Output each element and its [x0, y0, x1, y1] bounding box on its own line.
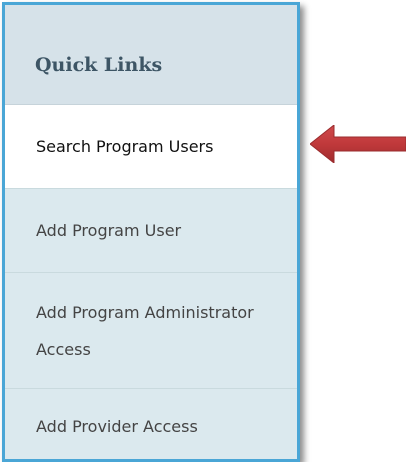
quick-link-search-program-users[interactable]: Search Program Users: [5, 105, 297, 189]
quick-link-label[interactable]: Add Program Administrator Access: [36, 294, 276, 368]
quick-links-list: Search Program Users Add Program User Ad…: [5, 105, 297, 459]
quick-link-add-provider-access[interactable]: Add Provider Access: [5, 389, 297, 459]
arrow-shape: [310, 125, 406, 163]
quick-link-label[interactable]: Add Program User: [36, 212, 181, 249]
quick-link-label[interactable]: Add Provider Access: [36, 408, 198, 445]
quick-link-label[interactable]: Search Program Users: [36, 128, 213, 165]
quick-links-title: Quick Links: [35, 54, 163, 76]
quick-link-add-program-user[interactable]: Add Program User: [5, 189, 297, 273]
left-arrow-icon: [310, 125, 406, 163]
quick-link-add-program-administrator-access[interactable]: Add Program Administrator Access: [5, 273, 297, 389]
quick-links-header: Quick Links: [5, 5, 297, 105]
quick-links-panel: Quick Links Search Program Users Add Pro…: [2, 2, 300, 462]
